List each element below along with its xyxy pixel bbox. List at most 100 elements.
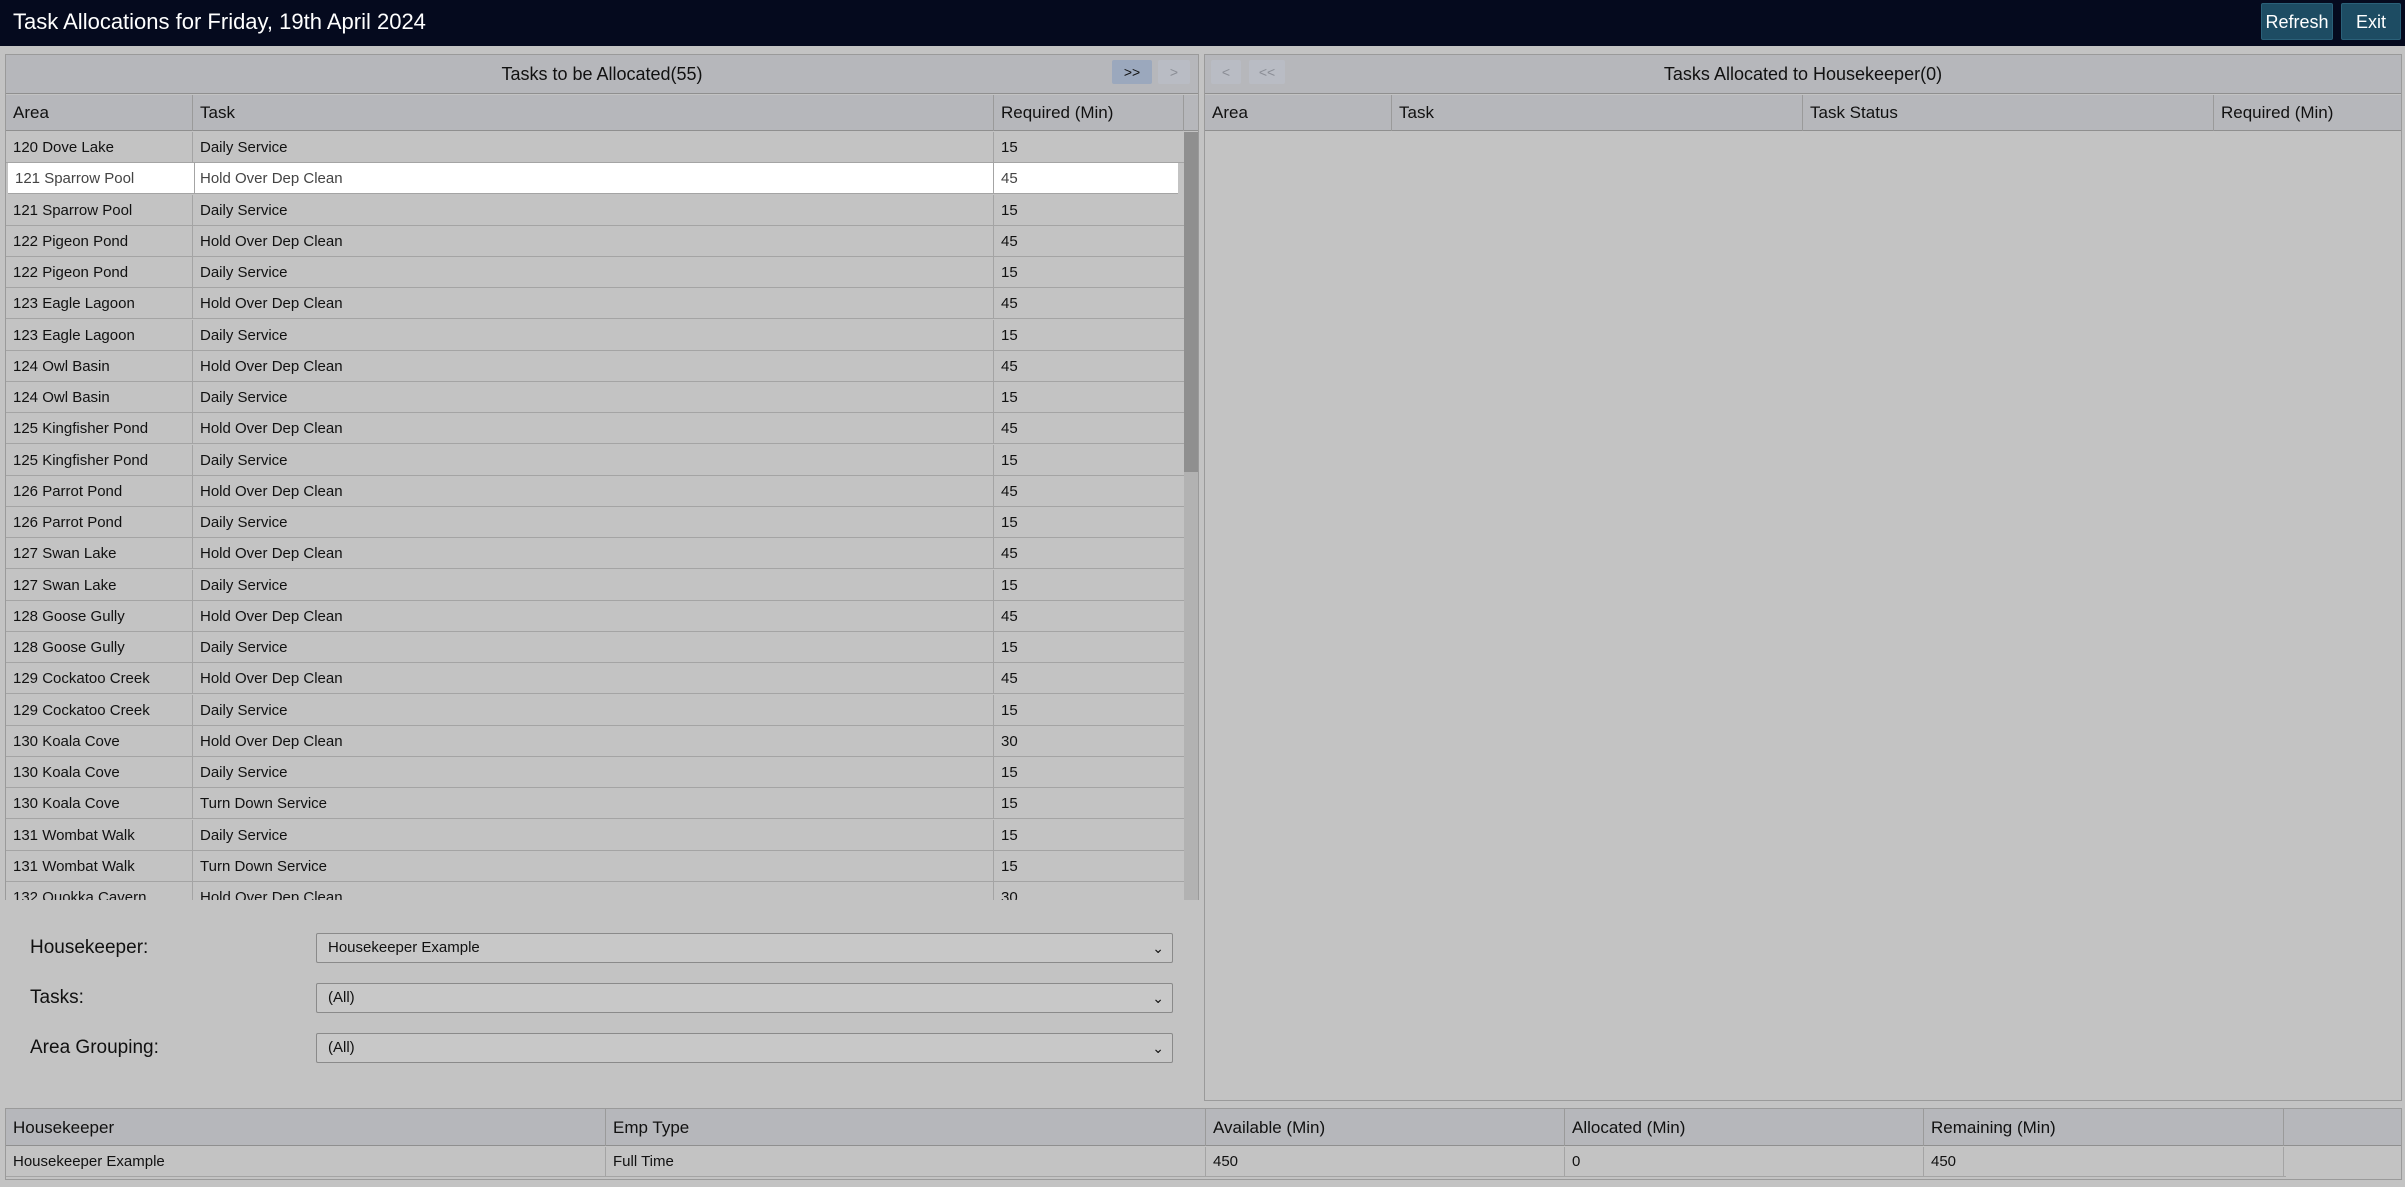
area-grouping-select-value: (All)	[328, 1039, 355, 1056]
exit-button[interactable]: Exit	[2341, 3, 2401, 40]
table-row[interactable]: 129 Cockatoo Creek Hold Over Dep Clean 45	[6, 663, 1184, 695]
table-row[interactable]: 123 Eagle Lagoon Daily Service 15	[6, 319, 1184, 351]
tasks-select[interactable]: (All) ⌄	[316, 983, 1173, 1013]
unallocated-task-list: 120 Dove Lake Daily Service 15 121 Sparrow …	[6, 132, 1184, 900]
cell-task: Hold Over Dep Clean	[193, 288, 994, 320]
table-row[interactable]: 131 Wombat Walk Turn Down Service 15	[6, 850, 1184, 882]
table-row[interactable]: 121 Sparrow Pool Hold Over Dep Clean 45	[8, 163, 1178, 195]
table-row[interactable]: 123 Eagle Lagoon Hold Over Dep Clean 45	[6, 288, 1184, 320]
housekeeper-summary-table: Housekeeper Emp Type Available (Min) All…	[5, 1108, 2402, 1180]
cell-task: Hold Over Dep Clean	[193, 163, 994, 195]
column-header-task-status[interactable]: Task Status	[1803, 95, 2214, 131]
summary-header-emp-type: Emp Type	[606, 1109, 1206, 1146]
task-list-scrollbar[interactable]	[1184, 132, 1198, 900]
area-grouping-select[interactable]: (All) ⌄	[316, 1033, 1173, 1063]
table-row[interactable]: 122 Pigeon Pond Hold Over Dep Clean 45	[6, 225, 1184, 257]
cell-task: Daily Service	[193, 382, 994, 413]
cell-area: 122 Pigeon Pond	[6, 225, 193, 257]
move-all-left-button[interactable]: <<	[1249, 60, 1285, 84]
cell-area: 130 Koala Cove	[6, 757, 193, 788]
chevron-down-icon: ⌄	[1152, 1040, 1164, 1056]
table-row[interactable]: 131 Wombat Walk Daily Service 15	[6, 819, 1184, 851]
unallocated-column-header: Area Task Required (Min)	[6, 95, 1198, 131]
cell-area: 132 Quokka Cavern	[6, 882, 193, 900]
scrollbar-thumb[interactable]	[1184, 132, 1198, 472]
refresh-button[interactable]: Refresh	[2261, 3, 2333, 40]
cell-task: Hold Over Dep Clean	[193, 600, 994, 632]
cell-required: 15	[1001, 389, 1018, 406]
column-header-task[interactable]: Task	[1392, 95, 1803, 131]
move-one-left-button[interactable]: <	[1211, 60, 1241, 84]
table-row[interactable]: 132 Quokka Cavern Hold Over Dep Clean 30	[6, 882, 1184, 900]
cell-task: Hold Over Dep Clean	[193, 413, 994, 445]
cell-required: 15	[1001, 264, 1018, 281]
cell-area: 126 Parrot Pond	[6, 507, 193, 538]
cell-task: Hold Over Dep Clean	[193, 882, 994, 900]
cell-required: 45	[1001, 482, 1018, 500]
column-header-area[interactable]: Area	[6, 95, 193, 131]
allocated-panel-title: Tasks Allocated to Housekeeper(0)	[1663, 64, 1943, 84]
cell-task: Daily Service	[193, 632, 994, 663]
table-row[interactable]: 127 Swan Lake Daily Service 15	[6, 569, 1184, 601]
chevron-down-icon: ⌄	[1152, 940, 1164, 956]
cell-area: 123 Eagle Lagoon	[6, 288, 193, 320]
move-all-right-button[interactable]: >>	[1112, 60, 1152, 84]
cell-required: 15	[1001, 201, 1018, 219]
summary-row[interactable]: Housekeeper Example Full Time 450 0 450	[6, 1147, 2286, 1177]
summary-header-allocated: Allocated (Min)	[1565, 1109, 1924, 1146]
table-row[interactable]: 130 Koala Cove Turn Down Service 15	[6, 788, 1184, 820]
column-header-task[interactable]: Task	[193, 95, 994, 131]
cell-area: 128 Goose Gully	[6, 632, 193, 663]
table-row[interactable]: 128 Goose Gully Hold Over Dep Clean 45	[6, 600, 1184, 632]
table-row[interactable]: 130 Koala Cove Daily Service 15	[6, 757, 1184, 788]
cell-required: 15	[1001, 326, 1018, 344]
cell-task: Daily Service	[193, 819, 994, 851]
allocated-column-header: Area Task Task Status Required (Min)	[1205, 95, 2401, 131]
cell-task: Daily Service	[193, 694, 994, 726]
table-row[interactable]: 126 Parrot Pond Daily Service 15	[6, 507, 1184, 538]
cell-task: Hold Over Dep Clean	[193, 725, 994, 757]
housekeeper-select[interactable]: Housekeeper Example ⌄	[316, 933, 1173, 963]
cell-area: 127 Swan Lake	[6, 569, 193, 601]
unallocated-panel-header: Tasks to be Allocated(55) >> >	[6, 55, 1198, 94]
cell-task: Hold Over Dep Clean	[193, 475, 994, 507]
cell-area: 129 Cockatoo Creek	[6, 694, 193, 726]
table-row[interactable]: 125 Kingfisher Pond Hold Over Dep Clean 45	[6, 413, 1184, 445]
summary-housekeeper: Housekeeper Example	[6, 1147, 606, 1177]
table-row[interactable]: 122 Pigeon Pond Daily Service 15	[6, 257, 1184, 288]
allocated-tasks-panel: < << Tasks Allocated to Housekeeper(0) A…	[1204, 54, 2402, 1101]
tasks-select-value: (All)	[328, 989, 355, 1006]
cell-task: Hold Over Dep Clean	[193, 350, 994, 382]
cell-area: 129 Cockatoo Creek	[6, 663, 193, 695]
cell-task: Hold Over Dep Clean	[193, 225, 994, 257]
cell-task: Daily Service	[193, 319, 994, 351]
cell-required: 45	[1001, 420, 1018, 438]
table-row[interactable]: 130 Koala Cove Hold Over Dep Clean 30	[6, 725, 1184, 757]
table-row[interactable]: 125 Kingfisher Pond Daily Service 15	[6, 444, 1184, 476]
cell-area: 122 Pigeon Pond	[6, 257, 193, 288]
table-row[interactable]: 128 Goose Gully Daily Service 15	[6, 632, 1184, 663]
table-row[interactable]: 121 Sparrow Pool Daily Service 15	[6, 194, 1184, 226]
cell-area: 125 Kingfisher Pond	[6, 413, 193, 445]
table-row[interactable]: 126 Parrot Pond Hold Over Dep Clean 45	[6, 475, 1184, 507]
cell-area: 124 Owl Basin	[6, 350, 193, 382]
unallocated-tasks-panel: Tasks to be Allocated(55) >> > Area Task…	[5, 54, 1199, 900]
cell-task: Daily Service	[193, 507, 994, 538]
cell-task: Daily Service	[193, 194, 994, 226]
table-row[interactable]: 124 Owl Basin Daily Service 15	[6, 382, 1184, 413]
cell-required: 45	[1001, 545, 1018, 563]
table-row[interactable]: 124 Owl Basin Hold Over Dep Clean 45	[6, 350, 1184, 382]
column-header-required[interactable]: Required (Min)	[2214, 95, 2401, 131]
housekeeper-label: Housekeeper:	[30, 937, 149, 958]
table-row[interactable]: 127 Swan Lake Hold Over Dep Clean 45	[6, 538, 1184, 570]
cell-required: 45	[1001, 607, 1018, 625]
table-row[interactable]: 120 Dove Lake Daily Service 15	[6, 132, 1184, 163]
summary-allocated: 0	[1565, 1147, 1924, 1177]
column-header-area[interactable]: Area	[1205, 95, 1392, 131]
table-row[interactable]: 129 Cockatoo Creek Daily Service 15	[6, 694, 1184, 726]
cell-required: 45	[1001, 670, 1018, 688]
column-header-required[interactable]: Required (Min)	[994, 95, 1184, 131]
move-one-right-button[interactable]: >	[1158, 60, 1190, 84]
summary-header-housekeeper: Housekeeper	[6, 1109, 606, 1146]
cell-required: 15	[1001, 639, 1018, 656]
